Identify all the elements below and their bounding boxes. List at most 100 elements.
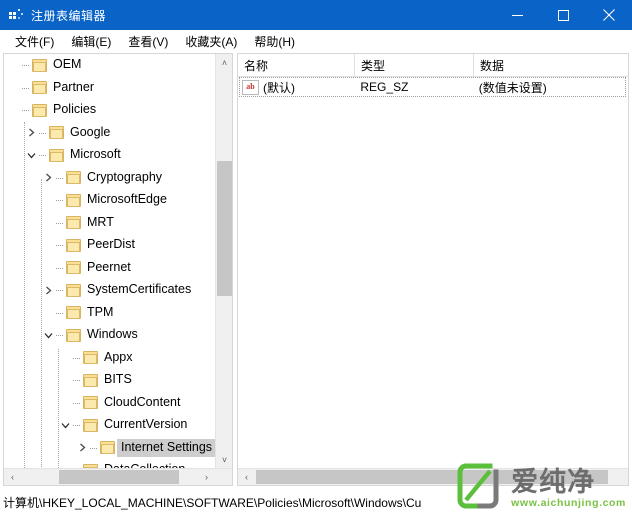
registry-tree-pane[interactable]: OEM Partner Policies Google Microsoft Cryptog… (3, 53, 233, 486)
tree-item-label: BITS (104, 372, 132, 387)
chevron-right-icon[interactable] (41, 171, 55, 185)
folder-icon (83, 351, 99, 365)
tree-scroll-right-arrow[interactable]: › (198, 469, 215, 485)
title-bar: 注册表编辑器 (0, 0, 632, 30)
tree-connector-line (55, 328, 66, 342)
tree-item-label: Microsoft (70, 147, 121, 162)
tree-horizontal-scrollbar-thumb[interactable] (59, 470, 179, 484)
tree-item-label: Peernet (87, 259, 131, 274)
menu-item-1[interactable]: 编辑(E) (63, 31, 120, 52)
registry-tree[interactable]: OEM Partner Policies Google Microsoft Cryptog… (4, 54, 216, 468)
list-horizontal-scrollbar-thumb[interactable] (256, 470, 608, 484)
tree-vertical-scrollbar[interactable]: ˄ ˅ (215, 54, 232, 468)
tree-item-internet-settings[interactable]: Internet Settings (4, 437, 216, 460)
column-header-2[interactable]: 数据 (474, 54, 628, 76)
tree-connector-line (72, 351, 83, 365)
tree-connector-line (55, 261, 66, 275)
values-column-header[interactable]: 名称 类型 数据 (238, 54, 628, 77)
tree-item-tpm[interactable]: TPM (4, 302, 216, 325)
tree-item-mrt[interactable]: MRT (4, 212, 216, 235)
value-row[interactable]: ab (默认) REG_SZ (数值未设置) (239, 77, 626, 97)
menu-item-3[interactable]: 收藏夹(A) (177, 31, 246, 52)
folder-icon (32, 81, 48, 95)
tree-item-label: TPM (87, 304, 114, 319)
registry-editor-window: 注册表编辑器 文件(F) 编辑(E) 查看(V) 收藏夹(A) 帮助(H) OE… (0, 0, 632, 514)
tree-item-label: CloudContent (104, 394, 181, 409)
value-name-label: (默认) (263, 80, 295, 95)
folder-icon (66, 283, 82, 297)
tree-connector-line (21, 103, 32, 117)
tree-item-cryptography[interactable]: Cryptography (4, 167, 216, 190)
list-horizontal-scrollbar[interactable]: ‹ (238, 468, 628, 485)
folder-icon (83, 396, 99, 410)
tree-item-partner[interactable]: Partner (4, 77, 216, 100)
tree-item-label: SystemCertificates (87, 282, 192, 297)
tree-item-label: Windows (87, 327, 138, 342)
chevron-down-icon[interactable] (41, 328, 55, 342)
tree-item-policies[interactable]: Policies (4, 99, 216, 122)
tree-scroll-down-arrow[interactable]: ˅ (216, 451, 232, 468)
folder-icon (66, 238, 82, 252)
close-button[interactable] (586, 0, 632, 30)
folder-icon (32, 58, 48, 72)
minimize-button[interactable] (494, 0, 540, 30)
tree-item-microsoft[interactable]: Microsoft (4, 144, 216, 167)
tree-horizontal-scrollbar[interactable]: ‹ › (4, 468, 232, 485)
tree-item-windows[interactable]: Windows (4, 324, 216, 347)
chevron-right-icon[interactable] (41, 283, 55, 297)
menu-item-0[interactable]: 文件(F) (7, 31, 63, 52)
window-controls (494, 0, 632, 30)
tree-guide-line-0 (24, 122, 25, 468)
menu-item-2[interactable]: 查看(V) (120, 31, 177, 52)
tree-item-cloudcontent[interactable]: CloudContent (4, 392, 216, 415)
chevron-down-icon[interactable] (58, 418, 72, 432)
tree-item-appx[interactable]: Appx (4, 347, 216, 370)
maximize-button[interactable] (540, 0, 586, 30)
tree-connector-line (21, 81, 32, 95)
tree-item-oem[interactable]: OEM (4, 54, 216, 77)
tree-item-label: MRT (87, 214, 114, 229)
tree-connector-line (38, 148, 49, 162)
tree-item-label: MicrosoftEdge (87, 192, 167, 207)
tree-connector-line (72, 418, 83, 432)
column-header-0[interactable]: 名称 (238, 54, 355, 76)
tree-item-google[interactable]: Google (4, 122, 216, 145)
tree-item-microsoftedge[interactable]: MicrosoftEdge (4, 189, 216, 212)
folder-icon (100, 441, 116, 455)
menu-bar: 文件(F) 编辑(E) 查看(V) 收藏夹(A) 帮助(H) (0, 30, 632, 52)
folder-icon (66, 193, 82, 207)
values-list[interactable]: ab (默认) REG_SZ (数值未设置) (238, 76, 628, 97)
chevron-right-icon[interactable] (75, 441, 89, 455)
tree-connector-line (55, 238, 66, 252)
tree-scroll-up-arrow[interactable]: ˄ (216, 54, 232, 71)
folder-icon (49, 148, 65, 162)
tree-connector-line (55, 306, 66, 320)
folder-icon (66, 306, 82, 320)
column-header-1[interactable]: 类型 (355, 54, 474, 76)
tree-item-peerdist[interactable]: PeerDist (4, 234, 216, 257)
list-scroll-left-arrow[interactable]: ‹ (238, 469, 255, 485)
tree-item-label: PeerDist (87, 237, 135, 252)
tree-item-peernet[interactable]: Peernet (4, 257, 216, 280)
registry-editor-icon (8, 7, 24, 23)
tree-item-systemcertificates[interactable]: SystemCertificates (4, 279, 216, 302)
registry-values-pane[interactable]: 名称 类型 数据 ab (默认) REG_SZ (数值未设置) ‹ (237, 53, 629, 486)
menu-item-4[interactable]: 帮助(H) (246, 31, 304, 52)
tree-guide-line-1 (41, 179, 42, 468)
tree-scroll-left-arrow[interactable]: ‹ (4, 469, 21, 485)
ab-string-icon: ab (242, 79, 259, 95)
tree-item-currentversion[interactable]: CurrentVersion (4, 414, 216, 437)
tree-item-label: Google (70, 124, 111, 139)
value-data-cell: (数值未设置) (478, 80, 547, 95)
value-name-cell: ab (默认) (240, 78, 355, 96)
tree-item-label: CurrentVersion (104, 417, 188, 432)
tree-item-datacollection[interactable]: DataCollection (4, 459, 216, 468)
tree-connector-line (55, 283, 66, 297)
tree-item-bits[interactable]: BITS (4, 369, 216, 392)
tree-connector-line (55, 216, 66, 230)
chevron-right-icon[interactable] (24, 126, 38, 140)
tree-vertical-scrollbar-thumb[interactable] (217, 161, 232, 296)
chevron-down-icon[interactable] (24, 148, 38, 162)
window-title: 注册表编辑器 (31, 8, 107, 23)
folder-icon (83, 418, 99, 432)
